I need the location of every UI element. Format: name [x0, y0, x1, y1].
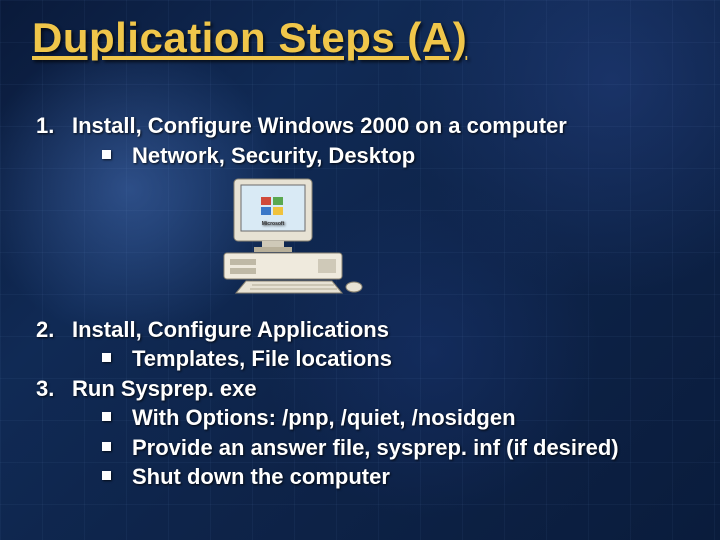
computer-image: Microsoft — [206, 175, 676, 302]
list-number: 1. — [36, 112, 72, 140]
list-item: 3. Run Sysprep. exe — [36, 375, 676, 403]
square-bullet-icon — [102, 434, 132, 462]
svg-text:Microsoft: Microsoft — [262, 221, 285, 227]
square-bullet-icon — [102, 463, 132, 491]
sub-list-item: Shut down the computer — [102, 463, 676, 491]
slide: Duplication Steps (A) 1. Install, Config… — [0, 0, 720, 540]
list-number: 2. — [36, 316, 72, 344]
sub-list-item: Templates, File locations — [102, 345, 676, 373]
list-number: 3. — [36, 375, 72, 403]
square-bullet-icon — [102, 345, 132, 373]
list-text: Run Sysprep. exe — [72, 375, 676, 403]
sub-list-item: Provide an answer file, sysprep. inf (if… — [102, 434, 676, 462]
list-text: Install, Configure Applications — [72, 316, 676, 344]
sub-list-text: Network, Security, Desktop — [132, 142, 676, 170]
sub-list-item: With Options: /pnp, /quiet, /nosidgen — [102, 404, 676, 432]
slide-body: 1. Install, Configure Windows 2000 on a … — [36, 112, 676, 493]
sub-list-text: Shut down the computer — [132, 463, 676, 491]
list-item: 2. Install, Configure Applications — [36, 316, 676, 344]
square-bullet-icon — [102, 142, 132, 170]
square-bullet-icon — [102, 404, 132, 432]
list-item: 1. Install, Configure Windows 2000 on a … — [36, 112, 676, 140]
sub-list-text: Templates, File locations — [132, 345, 676, 373]
slide-title: Duplication Steps (A) — [32, 14, 467, 62]
sub-list-item: Network, Security, Desktop — [102, 142, 676, 170]
sub-list-text: With Options: /pnp, /quiet, /nosidgen — [132, 404, 676, 432]
computer-icon: Microsoft — [206, 175, 366, 295]
sub-list-text: Provide an answer file, sysprep. inf (if… — [132, 434, 676, 462]
list-text: Install, Configure Windows 2000 on a com… — [72, 112, 676, 140]
